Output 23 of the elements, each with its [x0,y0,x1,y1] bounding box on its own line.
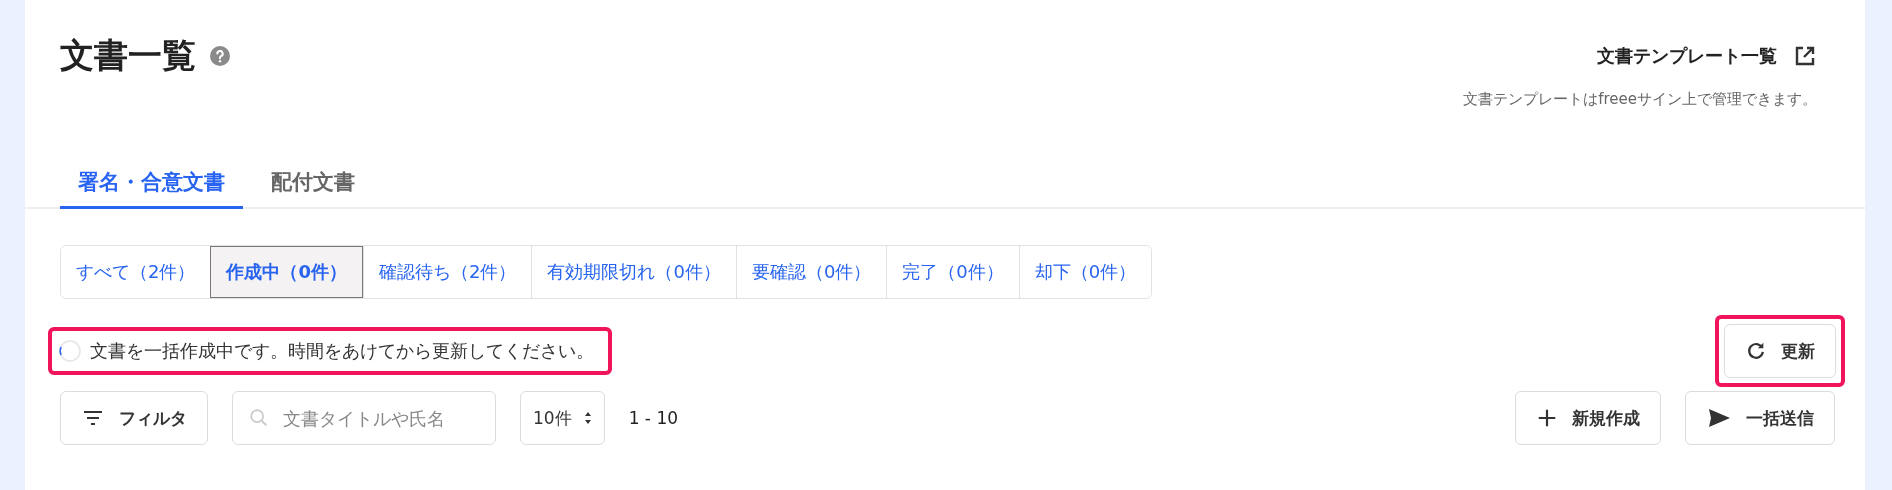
updown-icon [583,411,592,425]
external-link-icon [1793,44,1817,68]
plus-icon [1536,407,1558,429]
action-button[interactable]: 一括送信 [1685,391,1835,445]
page-title: 文書一覧 [60,34,196,77]
notice-text: 文書を一括作成中です。時間をあけてから更新してください。 [90,339,594,363]
status-filter[interactable]: 作成中（0件） [210,246,363,298]
template-list-link[interactable]: 文書テンプレート一覧 [1597,36,1817,76]
tab[interactable]: 配付文書 [253,160,373,209]
filter-button[interactable]: フィルタ [60,391,208,445]
action-button[interactable]: 新規作成 [1515,391,1661,445]
search-icon [248,407,270,429]
refresh-icon [1745,340,1767,362]
template-note: 文書テンプレートはfreeeサイン上で管理できます。 [1463,90,1817,109]
send-icon [1706,406,1732,430]
per-page-select[interactable]: 10件 [520,391,605,445]
search-field[interactable]: 文書タイトルや氏名 [232,391,496,445]
tab[interactable]: 署名・合意文書 [60,160,243,209]
help-icon[interactable] [210,46,230,66]
refresh-button[interactable]: 更新 [1724,324,1836,378]
page-range: 1 - 10 [628,408,679,428]
status-filter[interactable]: 却下（0件） [1018,246,1152,298]
spinner-icon [58,339,82,363]
